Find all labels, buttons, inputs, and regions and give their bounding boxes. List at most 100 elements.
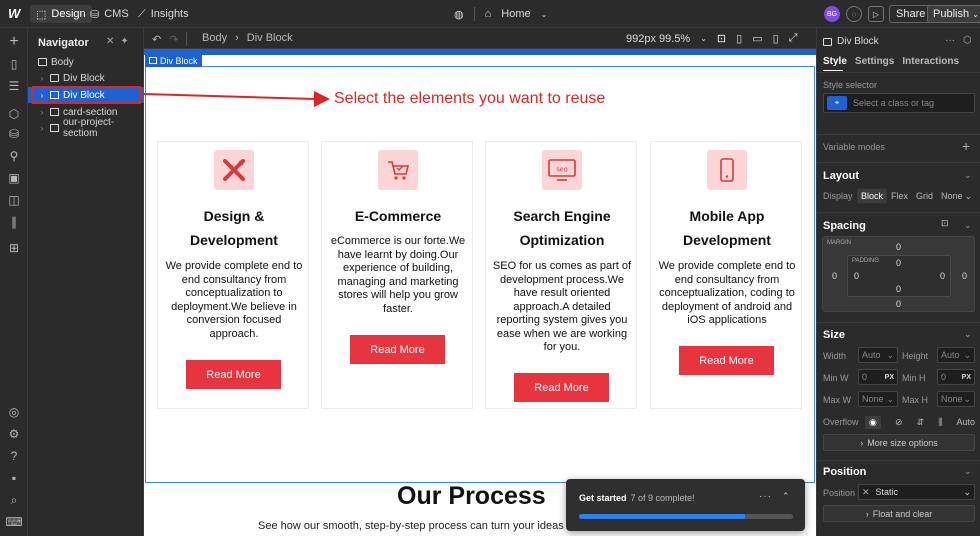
preview-play-icon[interactable]: ▷ — [868, 6, 884, 22]
design-canvas[interactable]: Div Block Select the elements you want t… — [144, 49, 816, 536]
layout-section-title[interactable]: Layout — [823, 170, 859, 182]
float-and-clear-button[interactable]: › Float and clear — [823, 505, 975, 522]
comments-icon[interactable]: ◌ — [846, 6, 862, 22]
get-started-toast[interactable]: Get started 7 of 9 complete! ··· ⌃ — [566, 479, 805, 531]
tablet-breakpoint-icon[interactable]: ▯ — [736, 32, 742, 45]
publish-button[interactable]: Publish ⌄ — [927, 5, 980, 23]
padding-top-value[interactable]: 0 — [896, 258, 901, 268]
margin-top-value[interactable]: 0 — [896, 242, 901, 252]
tab-style[interactable]: Style — [823, 56, 847, 67]
padding-bottom-value[interactable]: 0 — [896, 284, 901, 294]
search-icon[interactable]: ⌕ — [6, 492, 22, 508]
service-card-ecommerce[interactable]: E-Commerce eCommerce is our forte.We have… — [321, 141, 473, 409]
min-width-input[interactable]: 0 PX — [858, 369, 898, 385]
height-input[interactable]: Auto ⌄ — [937, 347, 975, 363]
spacing-section-title[interactable]: Spacing — [823, 220, 866, 232]
style-selector-input[interactable]: ⌖ Select a class or tag — [823, 93, 975, 113]
cms-collections-icon[interactable]: ⛁ — [6, 126, 22, 142]
read-more-button[interactable]: Read More — [514, 373, 609, 402]
pages-icon[interactable]: ▯ — [6, 56, 22, 72]
redo-icon[interactable]: ↷ — [169, 33, 178, 46]
overflow-scroll-icon[interactable]: ⇵ — [917, 417, 925, 428]
chevron-down-icon[interactable]: ⌄ — [964, 170, 972, 181]
more-options-icon[interactable]: ··· — [945, 35, 955, 46]
read-more-button[interactable]: Read More — [350, 335, 445, 364]
navigator-item-div-block-1[interactable]: › Div Block — [28, 70, 144, 86]
display-flex[interactable]: Flex — [887, 189, 912, 203]
pin-icon[interactable]: ✦ — [120, 36, 134, 47]
service-card-seo[interactable]: seo Search Engine Optimization SEO for us… — [485, 141, 637, 409]
globe-icon[interactable]: ◍ — [454, 8, 464, 21]
breadcrumb-div-block[interactable]: Div Block — [247, 32, 293, 44]
video-icon[interactable]: ▪ — [6, 470, 22, 486]
chevron-right-icon[interactable]: › — [38, 108, 46, 117]
chevron-down-icon[interactable]: ⌄ — [964, 329, 972, 340]
apps-icon[interactable]: ⊞ — [6, 240, 22, 256]
assets-icon[interactable]: ▣ — [6, 170, 22, 186]
position-section-title[interactable]: Position — [823, 466, 866, 478]
settings-icon[interactable]: ⚙ — [6, 426, 22, 442]
chevron-down-icon[interactable]: ⌄ — [964, 466, 972, 477]
tab-design[interactable]: ⬚ Design — [30, 5, 92, 23]
read-more-button[interactable]: Read More — [186, 360, 281, 389]
help-icon[interactable]: ? — [6, 448, 22, 464]
padding-right-value[interactable]: 0 — [940, 271, 945, 281]
display-none[interactable]: None ⌄ — [937, 189, 976, 203]
avatar[interactable]: BG — [824, 6, 840, 22]
margin-right-value[interactable]: 0 — [962, 271, 967, 281]
more-size-options-button[interactable]: › More size options — [823, 434, 975, 451]
width-input[interactable]: Auto ⌄ — [858, 347, 898, 363]
display-block[interactable]: Block — [857, 189, 888, 203]
breakpoint-readout[interactable]: 992px 99.5% — [626, 33, 690, 45]
mobile-breakpoint-icon[interactable]: ▯ — [773, 32, 779, 45]
tab-cms[interactable]: ⛁ CMS — [84, 5, 135, 23]
tab-interactions[interactable]: Interactions — [902, 56, 959, 67]
margin-left-value[interactable]: 0 — [832, 271, 837, 281]
collapse-icon[interactable]: ✕ — [106, 36, 120, 47]
chevron-right-icon[interactable]: › — [38, 124, 46, 133]
breadcrumb-body[interactable]: Body — [202, 32, 227, 44]
share-button[interactable]: Share — [889, 5, 933, 23]
spacing-mode-icon[interactable]: ⊡ — [941, 218, 949, 229]
more-options-icon[interactable]: ··· — [759, 491, 772, 502]
navigator-icon[interactable]: ☰ — [6, 78, 22, 94]
position-select[interactable]: ✕ Static ⌄ — [858, 484, 975, 500]
min-height-input[interactable]: 0 PX — [937, 369, 975, 385]
keyboard-icon[interactable]: ⌨ — [5, 514, 22, 530]
max-width-input[interactable]: None ⌄ — [858, 391, 898, 407]
webflow-logo-icon[interactable]: W — [8, 6, 24, 22]
add-icon[interactable]: + — [962, 138, 970, 154]
components-icon[interactable]: ⬡ — [6, 106, 22, 122]
chevron-up-icon[interactable]: ⌃ — [782, 491, 790, 502]
padding-left-value[interactable]: 0 — [854, 271, 859, 281]
desktop-breakpoint-icon[interactable]: ⊡ — [717, 32, 726, 45]
undo-icon[interactable]: ↶ — [152, 33, 161, 46]
overflow-auto[interactable]: Auto — [956, 417, 975, 427]
audit-icon[interactable]: ◎ — [6, 404, 22, 420]
service-card-design[interactable]: Design & Development We provide complete … — [157, 141, 309, 409]
margin-bottom-value[interactable]: 0 — [896, 299, 901, 309]
display-grid[interactable]: Grid — [912, 189, 937, 203]
max-height-input[interactable]: None ⌄ — [937, 391, 975, 407]
overflow-hidden-icon[interactable]: ⊘ — [895, 417, 903, 428]
landscape-breakpoint-icon[interactable]: ▭ — [752, 32, 762, 45]
navigator-item-our-project[interactable]: › our-project-sectiom — [28, 117, 144, 139]
tab-settings[interactable]: Settings — [855, 56, 894, 67]
selected-element-tag[interactable]: Div Block — [145, 54, 202, 67]
book-icon[interactable]: ◫ — [6, 192, 22, 208]
variables-icon[interactable]: ⚲ — [6, 148, 22, 164]
overflow-visible-icon[interactable]: ◉ — [865, 415, 881, 429]
read-more-button[interactable]: Read More — [679, 346, 774, 375]
expand-icon[interactable]: ⤢ — [789, 32, 798, 45]
tab-insights[interactable]: ⟋ Insights — [132, 5, 195, 23]
service-card-mobile[interactable]: Mobile App Development We provide complet… — [650, 141, 802, 409]
navigator-item-body[interactable]: Body — [28, 54, 144, 70]
component-icon[interactable]: ⬡ — [963, 35, 972, 46]
overflow-clip-icon[interactable]: ⫼ — [938, 417, 942, 428]
chevron-right-icon[interactable]: › — [38, 74, 46, 83]
page-switcher[interactable]: ◍ ⌂ Home ⌄ — [454, 5, 547, 23]
library-icon[interactable]: ∥ — [6, 214, 22, 230]
add-icon[interactable]: + — [6, 33, 22, 50]
size-section-title[interactable]: Size — [823, 329, 845, 341]
chevron-down-icon[interactable]: ⌄ — [964, 220, 972, 231]
